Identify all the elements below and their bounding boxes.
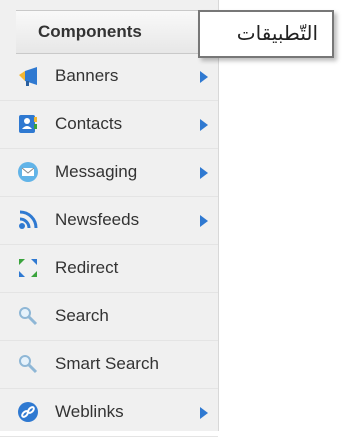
messaging-icon: [17, 161, 39, 183]
smart-search-icon: [17, 353, 39, 375]
menu-item-label: Redirect: [55, 258, 119, 277]
menu-item-search[interactable]: Search: [0, 293, 218, 341]
menu-item-redirect[interactable]: Redirect: [0, 245, 218, 293]
menu-item-weblinks[interactable]: Weblinks: [0, 389, 218, 437]
components-menu: Components Banners Contacts Messaging Ne…: [0, 0, 219, 437]
menu-item-messaging[interactable]: Messaging: [0, 149, 218, 197]
tooltip: التّطبيقات: [198, 10, 334, 58]
menu-item-label: Contacts: [55, 114, 123, 133]
menu-item-contacts[interactable]: Contacts: [0, 101, 218, 149]
contacts-icon: [17, 113, 39, 135]
submenu-arrow-icon: [200, 71, 208, 83]
menu-item-label: Search: [55, 306, 109, 325]
menu-item-label: Messaging: [55, 162, 138, 181]
menu-item-label: Newsfeeds: [55, 210, 140, 229]
submenu-arrow-icon: [200, 167, 208, 179]
submenu-arrow-icon: [200, 215, 208, 227]
submenu-arrow-icon: [200, 407, 208, 419]
menu-items: Banners Contacts Messaging Newsfeeds Red…: [0, 53, 218, 437]
menu-title: Components: [38, 22, 142, 41]
menu-item-label: Banners: [55, 66, 119, 85]
tooltip-text: التّطبيقات: [236, 23, 318, 45]
menu-item-label: Weblinks: [55, 402, 124, 421]
submenu-arrow-icon: [200, 119, 208, 131]
menu-item-label: Smart Search: [55, 354, 159, 373]
newsfeeds-icon: [17, 209, 39, 231]
menu-item-banners[interactable]: Banners: [0, 53, 218, 101]
banners-icon: [17, 65, 39, 87]
search-icon: [17, 305, 39, 327]
weblinks-icon: [17, 401, 39, 423]
menu-item-newsfeeds[interactable]: Newsfeeds: [0, 197, 218, 245]
menu-header[interactable]: Components: [16, 10, 218, 54]
menu-item-smart-search[interactable]: Smart Search: [0, 341, 218, 389]
redirect-icon: [17, 257, 39, 279]
